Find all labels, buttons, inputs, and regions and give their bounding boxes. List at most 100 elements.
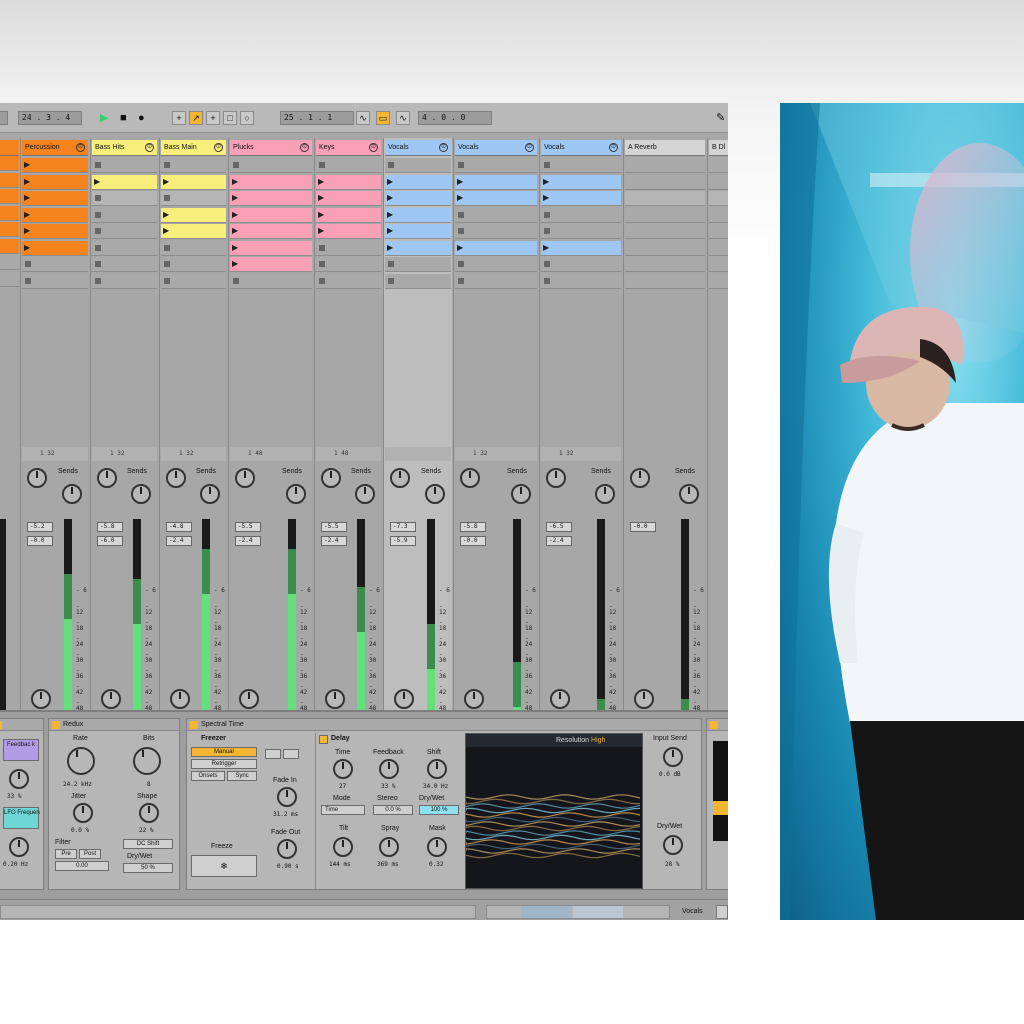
clip-launch-icon[interactable]: ▶ — [24, 192, 30, 204]
clip-slot[interactable] — [0, 271, 19, 287]
clip-slot-filled[interactable]: ▶ — [230, 257, 312, 272]
clip-slot-filled[interactable]: ▶ — [161, 174, 226, 190]
clip-launch-icon[interactable]: ▶ — [457, 192, 463, 204]
clip-slot-filled[interactable]: ▶ — [230, 240, 312, 256]
clip-stop-icon[interactable] — [544, 261, 550, 267]
punch-out-icon[interactable]: ∿ — [396, 111, 410, 125]
send-a-knob[interactable] — [630, 468, 650, 488]
pan-knob[interactable] — [31, 689, 51, 709]
clip-slot-filled[interactable]: ▶ — [22, 240, 88, 256]
pan-knob[interactable] — [464, 689, 484, 709]
pan-knob[interactable] — [394, 689, 414, 709]
clip-stop-icon[interactable] — [544, 162, 550, 168]
resolution-dropdown[interactable]: High — [591, 737, 605, 744]
clip-slot-empty[interactable] — [316, 257, 381, 272]
clip-slot-empty[interactable] — [161, 191, 226, 206]
clip-launch-icon[interactable]: ▶ — [387, 225, 393, 237]
play-icon[interactable]: ▶ — [100, 110, 108, 126]
stereo-value[interactable]: 0.0 % — [373, 805, 413, 815]
track-header-partial[interactable] — [0, 140, 19, 156]
clip-stop-icon[interactable] — [388, 277, 394, 284]
track-header[interactable]: A Reverb — [625, 140, 705, 156]
clip-slot[interactable] — [0, 172, 19, 188]
clip-slot-empty[interactable] — [92, 224, 157, 239]
clip-stop-icon[interactable] — [95, 228, 101, 234]
clip-slot-empty[interactable] — [625, 174, 705, 190]
track-header[interactable]: Keys ⊙ — [316, 140, 381, 156]
clip-launch-icon[interactable]: ▶ — [543, 176, 549, 188]
filter-value[interactable]: 0.00 — [55, 861, 109, 871]
clip-stop-icon[interactable] — [458, 162, 464, 168]
volume-value[interactable]: -5.5 — [235, 522, 261, 532]
pan-knob[interactable] — [634, 689, 654, 709]
clip-slot-empty[interactable] — [316, 273, 381, 289]
track-fold-icon[interactable]: ⊙ — [145, 143, 154, 152]
loop-length-display[interactable]: 4 . 0 . 0 — [418, 111, 492, 125]
clip-slot-empty[interactable] — [455, 224, 537, 239]
clip-stop-icon[interactable] — [544, 211, 550, 218]
volume-value[interactable]: -5.5 — [321, 522, 347, 532]
clip-stop-icon[interactable] — [233, 277, 239, 284]
clip-launch-icon[interactable]: ▶ — [94, 176, 100, 188]
shape-knob[interactable] — [139, 803, 159, 823]
manual-button[interactable]: Manual — [191, 747, 257, 757]
clip-launch-icon[interactable]: ▶ — [543, 242, 549, 254]
clip-slot-filled[interactable]: ▶ — [230, 207, 312, 223]
overdub-icon[interactable]: + — [206, 111, 220, 125]
freezer-toggle-a[interactable] — [265, 749, 281, 759]
pan-value[interactable]: -2.4 — [321, 536, 347, 546]
clip-launch-icon[interactable]: ▶ — [457, 176, 463, 188]
feedback-knob[interactable] — [9, 769, 29, 789]
send-a-knob[interactable] — [390, 468, 410, 488]
input-send-knob[interactable] — [663, 747, 683, 767]
pan-value[interactable]: -0.0 — [27, 536, 53, 546]
clip-slot-empty[interactable] — [316, 240, 381, 256]
track-selector[interactable] — [716, 905, 728, 919]
filter-pre-button[interactable]: Pre — [55, 849, 77, 859]
clip-slot-filled[interactable]: ▶ — [385, 240, 451, 256]
clip-slot-filled[interactable]: ▶ — [385, 174, 451, 190]
clip-stop-icon[interactable] — [95, 261, 101, 267]
clip-slot-filled[interactable]: ▶ — [22, 174, 88, 190]
clip-slot-filled[interactable]: ▶ — [22, 191, 88, 206]
track-header[interactable]: Vocals ⊙ — [385, 140, 451, 156]
clip-slot-empty[interactable] — [709, 224, 728, 239]
clip-stop-icon[interactable] — [388, 261, 394, 267]
clip-slot-empty[interactable] — [709, 191, 728, 206]
volume-value[interactable]: -5.2 — [27, 522, 53, 532]
clip-stop-icon[interactable] — [233, 162, 239, 168]
volume-value[interactable]: -5.8 — [460, 522, 486, 532]
send-b-knob[interactable] — [131, 484, 151, 504]
clip-slot-empty[interactable] — [709, 273, 728, 289]
clip-slot-empty[interactable] — [385, 257, 451, 272]
freezer-toggle-b[interactable] — [283, 749, 299, 759]
loop-switch-icon[interactable]: ▭ — [376, 111, 390, 125]
clip-stop-icon[interactable] — [95, 277, 101, 284]
pan-knob[interactable] — [239, 689, 259, 709]
overview-bar[interactable] — [486, 905, 670, 919]
send-a-knob[interactable] — [460, 468, 480, 488]
volume-value[interactable]: -6.5 — [546, 522, 572, 532]
clip-slot-empty[interactable] — [92, 273, 157, 289]
track-fold-icon[interactable]: ⊙ — [525, 143, 534, 152]
clip-slot-empty[interactable] — [92, 240, 157, 256]
clip-slot-filled[interactable]: ▶ — [161, 224, 226, 239]
clip-slot[interactable] — [0, 205, 19, 221]
clip-stop-icon[interactable] — [544, 277, 550, 284]
send-b-knob[interactable] — [355, 484, 375, 504]
clip-launch-icon[interactable]: ▶ — [24, 225, 30, 237]
clip-slot-empty[interactable] — [625, 224, 705, 239]
pan-knob[interactable] — [101, 689, 121, 709]
clip-slot-empty[interactable] — [92, 158, 157, 173]
clip-slot[interactable] — [0, 156, 19, 171]
clip-launch-icon[interactable]: ▶ — [232, 225, 238, 237]
clip-slot-empty[interactable] — [161, 158, 226, 173]
clip-launch-icon[interactable]: ▶ — [24, 159, 30, 171]
pan-value[interactable]: -5.9 — [390, 536, 416, 546]
track-header[interactable]: Bass Hits ⊙ — [92, 140, 157, 156]
stop-icon[interactable]: ■ — [120, 110, 127, 126]
clip-slot-filled[interactable]: ▶ — [92, 174, 157, 190]
send-b-knob[interactable] — [595, 484, 615, 504]
clip-launch-icon[interactable]: ▶ — [163, 225, 169, 237]
clip-launch-icon[interactable]: ▶ — [318, 176, 324, 188]
